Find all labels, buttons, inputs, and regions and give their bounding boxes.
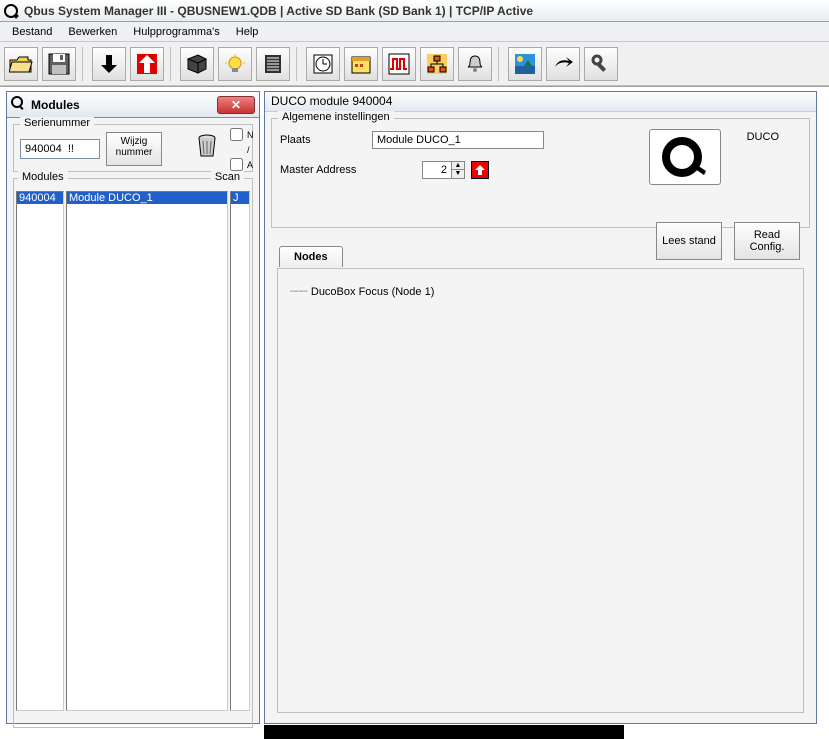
checkbox-n[interactable]	[230, 128, 243, 141]
plaats-label: Plaats	[280, 134, 372, 146]
modules-list-label: Modules	[18, 171, 68, 183]
label-n: N	[246, 128, 255, 144]
tab-nodes[interactable]: Nodes	[279, 246, 343, 267]
algemene-instellingen-group: Algemene instellingen Plaats Master Addr…	[271, 118, 810, 228]
label-a: A	[246, 158, 255, 174]
forward-button[interactable]	[546, 47, 580, 81]
modules-button[interactable]	[180, 47, 214, 81]
duco-panel-title: DUCO module 940004	[265, 92, 816, 112]
wijzig-nummer-button[interactable]: Wijzig nummer	[106, 132, 162, 166]
duco-logo	[649, 129, 721, 185]
arrow-up-button[interactable]	[130, 47, 164, 81]
open-button[interactable]	[4, 47, 38, 81]
lees-stand-button[interactable]: Lees stand	[656, 222, 722, 260]
clock-button[interactable]	[306, 47, 340, 81]
waveform-button[interactable]	[382, 47, 416, 81]
row-scan[interactable]: J	[231, 192, 249, 204]
modules-window: Modules ✕ Serienummer Wijzig nummer N / …	[6, 91, 260, 724]
master-address-spinner[interactable]: ▲ ▼	[451, 161, 465, 179]
nodes-group: ┄┄┄ DucoBox Focus (Node 1)	[277, 268, 804, 713]
workspace: Modules ✕ Serienummer Wijzig nummer N / …	[0, 86, 829, 739]
row-name[interactable]: Module DUCO_1	[67, 192, 227, 204]
statusbar-dark	[264, 725, 624, 739]
menu-bestand[interactable]: Bestand	[4, 24, 60, 40]
menubar: Bestand Bewerken Hulpprogramma's Help	[0, 22, 829, 42]
modules-list-group: Modules Scan 940004 Module DUCO_1 J	[13, 178, 253, 728]
save-button[interactable]	[42, 47, 76, 81]
master-address-label: Master Address	[280, 164, 372, 176]
lights-button[interactable]	[218, 47, 252, 81]
list-button[interactable]	[256, 47, 290, 81]
menu-help[interactable]: Help	[228, 24, 267, 40]
toolbar	[0, 42, 829, 86]
read-config-button[interactable]: Read Config.	[734, 222, 800, 260]
duco-brand-label: DUCO	[747, 131, 779, 143]
trash-icon[interactable]	[193, 132, 221, 162]
modules-icon	[11, 96, 25, 113]
bell-button[interactable]	[458, 47, 492, 81]
label-divider: /	[246, 146, 255, 156]
tree-connector-icon: ┄┄┄	[290, 285, 307, 298]
modules-titlebar: Modules ✕	[7, 92, 259, 118]
window-titlebar: Qbus System Manager III - QBUSNEW1.QDB |…	[0, 0, 829, 22]
checkbox-a[interactable]	[230, 158, 243, 171]
calendar-button[interactable]	[344, 47, 378, 81]
network-button[interactable]	[420, 47, 454, 81]
serienummer-label: Serienummer	[20, 117, 94, 129]
list-col-name[interactable]: Module DUCO_1	[66, 191, 228, 711]
upload-arrow-icon[interactable]	[471, 161, 489, 179]
serienummer-input[interactable]	[20, 139, 100, 159]
tree-node-1[interactable]: ┄┄┄ DucoBox Focus (Node 1)	[290, 285, 791, 298]
node-label: DucoBox Focus (Node 1)	[311, 286, 435, 298]
scene-button[interactable]	[508, 47, 542, 81]
spinner-up-icon[interactable]: ▲	[452, 162, 464, 170]
algemene-label: Algemene instellingen	[278, 111, 394, 123]
app-icon	[4, 4, 18, 18]
list-col-id[interactable]: 940004	[16, 191, 64, 711]
scan-label: Scan	[211, 171, 244, 183]
menu-bewerken[interactable]: Bewerken	[60, 24, 125, 40]
master-address-input[interactable]	[422, 161, 452, 179]
duco-panel: DUCO module 940004 Algemene instellingen…	[264, 91, 817, 724]
spinner-down-icon[interactable]: ▼	[452, 170, 464, 178]
na-checkboxes: N / A	[227, 126, 261, 176]
list-col-scan[interactable]: J	[230, 191, 250, 711]
window-title: Qbus System Manager III - QBUSNEW1.QDB |…	[24, 4, 533, 18]
row-id[interactable]: 940004	[17, 192, 63, 204]
arrow-down-button[interactable]	[92, 47, 126, 81]
close-button[interactable]: ✕	[217, 96, 255, 114]
plaats-input[interactable]	[372, 131, 544, 149]
settings-button[interactable]	[584, 47, 618, 81]
menu-hulpprogrammas[interactable]: Hulpprogramma's	[125, 24, 227, 40]
modules-title: Modules	[31, 98, 80, 112]
